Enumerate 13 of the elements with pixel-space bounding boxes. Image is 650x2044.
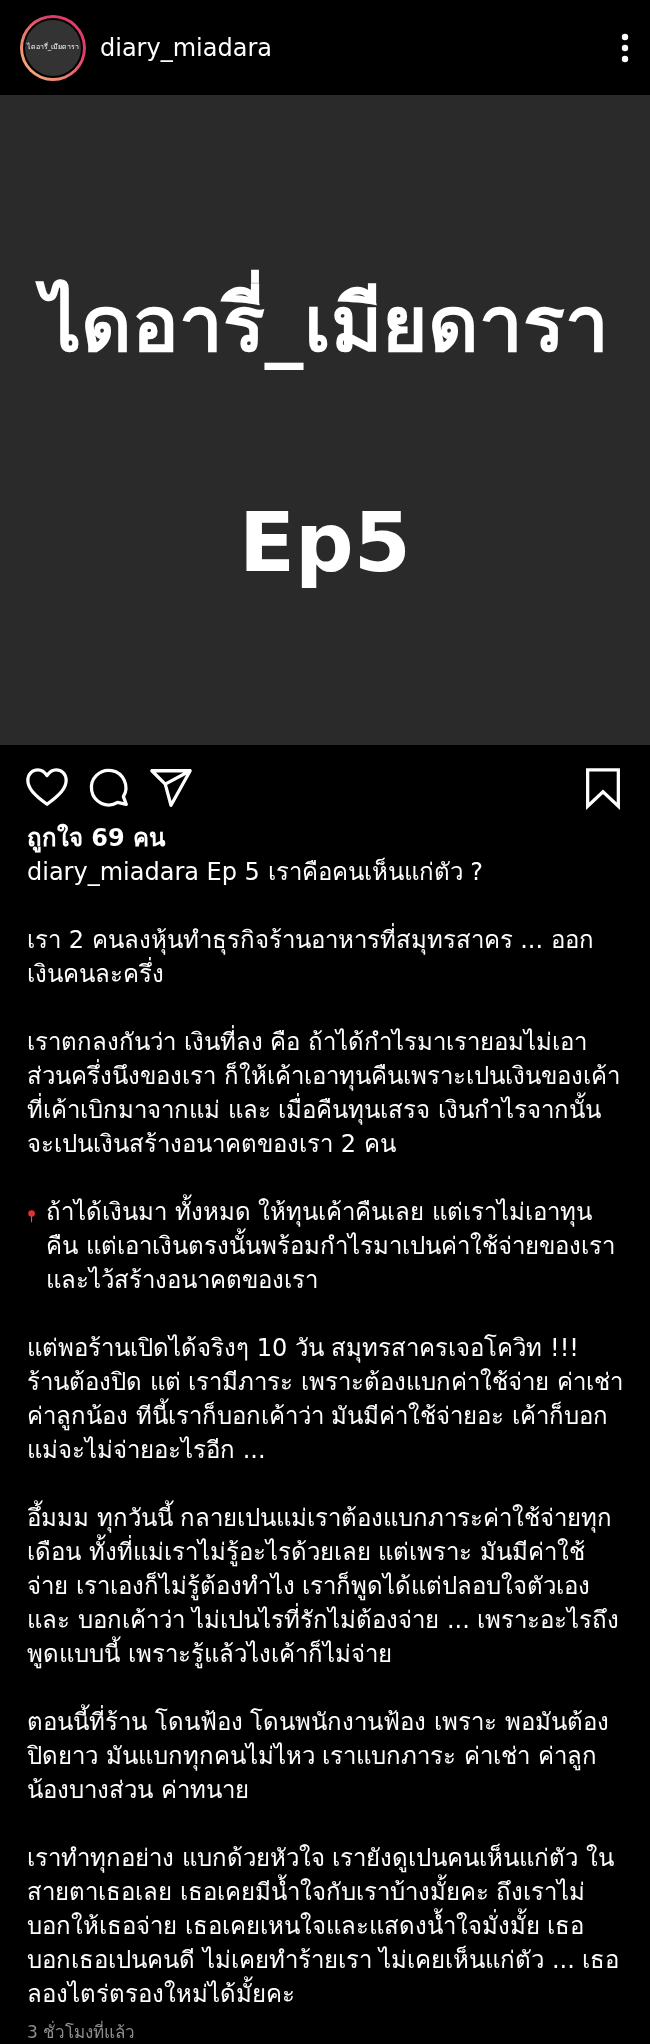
caption-paragraph: เราตกลงกันว่า เงินที่ลง คือ ถ้าได้กำไรมาเรายอมไม่เอาส่วนครึ่งนึงของเรา ก็ให้เค้าเอาทุนคืนเพราะเปนเงินของเค้าที่เค้าเบิกมาจากแม่ และ เมื่อคืนทุนเสรจ เงินกำไรจากนั้น จะเปนเงินสร้างอนาคตของเรา 2 คน: [27, 1025, 623, 1161]
more-options-icon[interactable]: [620, 32, 630, 63]
caption-paragraph: ตอนนี้ที่ร้าน โดนฟ้อง โดนพนักงานฟ้อง เพราะ พอมันต้องปิดยาว มันแบกทุกคนไม่ไหว เราแบกภาระ ค่าเช่า ค่าลูกน้องบางส่วน ค่าทนาย: [27, 1705, 623, 1807]
caption-paragraph: แต่พอร้านเปิดได้จริงๆ 10 วัน สมุทรสาครเจอโควิท !!! ร้านต้องปิด แต่ เรามีภาระ เพราะต้องแบกค่าใช้จ่าย ค่าเช่า ค่าลูกน้อง ทีนี้เราก็บอกเค้าว่า มันมีค่าใช้จ่ายอะ เค้าก็บอกแม่จะไม่จ่ายอะไรอีก ...: [27, 1333, 623, 1466]
caption-paragraph: เรา 2 คนลงหุ้นทำธุรกิจร้านอาหารที่สมุทรสาคร ... ออกเงินคนละครึ่ง: [27, 923, 623, 991]
caption-paragraph: อึ้มมม ทุกวันนี้ กลายเปนแม่เราต้องแบกภาระค่าใช้จ่ายทุกเดือน ทั้งที่แม่เราไม่รู้อะไรด้วยเลย แต่เพราะ มันมีค่าใช้จ่าย เราเองก็ไม่รู้ต้องทำไง เราก็พูดได้แต่ปลอบใจตัวเองและ บอกเค้าว่า ไม่เปนไรที่รักไม่ต้องจ่าย ... เพราะอะไรถึงพูดแบบนี้ เพราะรู้แล้วไงเค้าก็ไม่จ่าย: [27, 1501, 623, 1671]
post-image-title: ไดอารี่_เมียดารา: [33, 255, 617, 393]
caption-paragraph: เราทำทุกอย่าง แบกด้วยหัวใจ เรายังดูเปนคนเห็นแก่ตัว ในสายตาเธอเลย เธอเคยมีน้ำใจกับเราบ้างมั้ยคะ ถึงเราไม่บอกให้เธอจ่าย เธอเคยเหนใจและแสดงน้ำใจมั่งมั้ย เธอบอกเธอเปนคนดี ไม่เคยทำร้ายเรา ไม่เคยเห็นแก่ตัว ... เธอลองไตร่ตรองใหม่ได้มั้ยคะ: [27, 1842, 621, 2010]
like-count[interactable]: ถูกใจ 69 คน: [27, 821, 623, 855]
caption-title: diary_miadara Ep 5 เราคือคนเห็นแก่ตัว ?: [27, 856, 484, 888]
caption-paragraph: ถ้าได้เงินมา ทั้งหมด ให้ทุนเค้าคืนเลย แต่เราไม่เอาทุนคืน แต่เอาเงินตรงนั้นพร้อมกำไรมาเปนค่าใช้จ่ายของเราและไว้สร้างอนาคตของเรา: [46, 1195, 623, 1297]
post-timestamp: 3 ชั่วโมงที่แล้ว: [27, 2019, 137, 2044]
username[interactable]: diary_miadara: [100, 29, 272, 66]
